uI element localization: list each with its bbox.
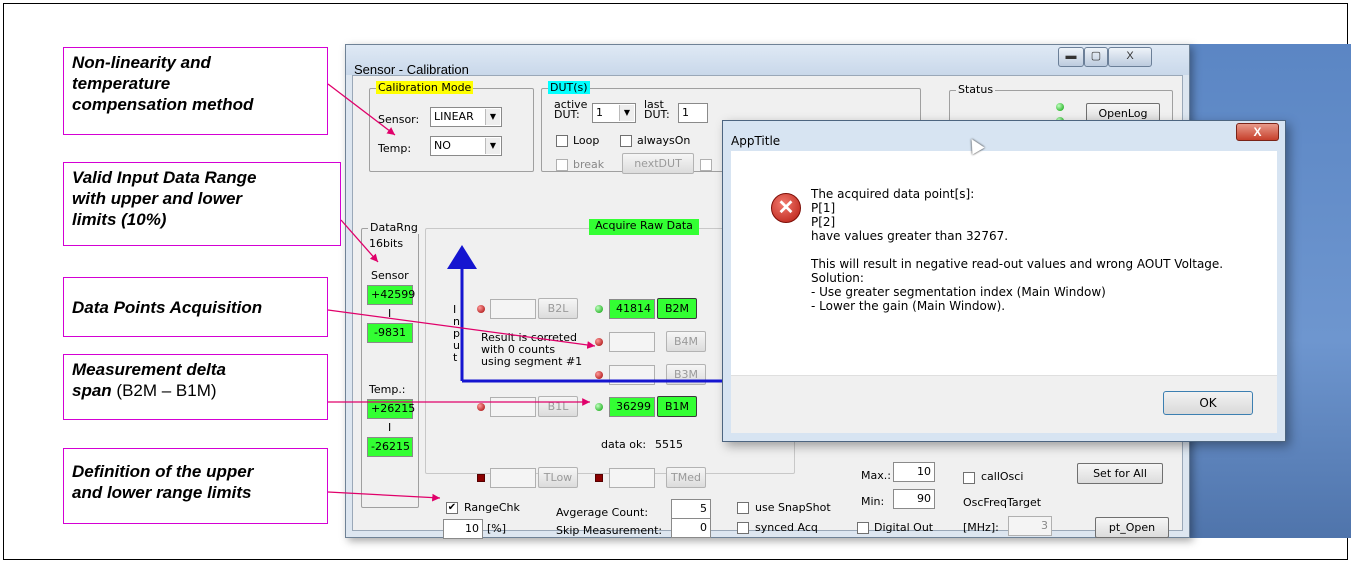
arrow-compensation-method — [327, 83, 396, 136]
annotation-arrows — [327, 83, 722, 502]
arrow-valid-input-range — [340, 219, 379, 263]
arrow-range-limits — [327, 491, 441, 502]
